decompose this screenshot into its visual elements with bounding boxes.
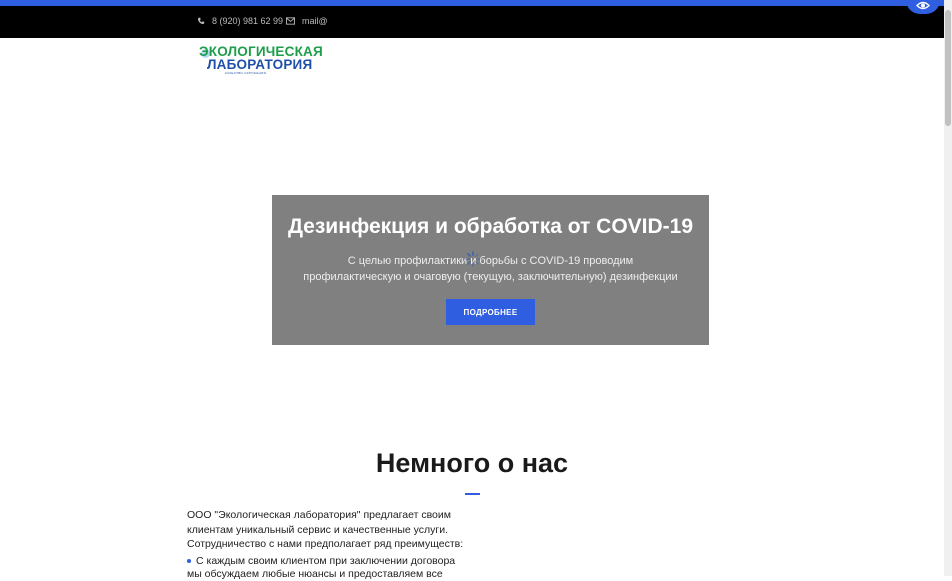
logo-text-line2: ЛАБОРАТОРИЯ [207, 57, 313, 72]
list-item-text: С каждым своим клиентом при заключении д… [187, 555, 456, 580]
list-item: С каждым своим клиентом при заключении д… [187, 555, 472, 581]
more-details-button[interactable]: ПОДРОБНЕЕ [446, 299, 535, 325]
scrollbar-thumb[interactable] [945, 10, 951, 126]
page-scrollbar[interactable] [944, 0, 952, 576]
about-section-title: Немного о нас [375, 448, 569, 478]
site-logo[interactable]: ЭКОЛОГИЧЕСКАЯ ЛАБОРАТОРИЯ КАЧЕСТВО ОКРУЖ… [199, 44, 323, 76]
bullet-icon [187, 559, 191, 564]
hero-slide: Дезинфекция и обработка от COVID-19 С це… [272, 195, 709, 345]
hero-title: Дезинфекция и обработка от COVID-19 [287, 215, 694, 238]
about-description: ООО "Экологическая лаборатория" предлага… [187, 509, 464, 550]
top-contact-bar: 8 (920) 981 62 99 mail@ [0, 6, 944, 38]
phone-icon [197, 17, 205, 25]
email-address: mail@ [302, 16, 328, 26]
advantages-list: С каждым своим клиентом при заключении д… [187, 555, 472, 581]
hero-description: С целью профилактики и борьбы с COVID-19… [303, 255, 678, 283]
email-link[interactable]: mail@ [286, 16, 328, 26]
mail-icon [286, 17, 295, 25]
loading-spinner-icon [465, 251, 481, 267]
logo-tagline: КАЧЕСТВО ОКРУЖЕНИЯ [225, 71, 267, 75]
phone-number: 8 (920) 981 62 99 [212, 16, 284, 26]
eye-icon [916, 1, 930, 10]
phone-link[interactable]: 8 (920) 981 62 99 [197, 16, 283, 26]
section-divider [465, 493, 480, 495]
